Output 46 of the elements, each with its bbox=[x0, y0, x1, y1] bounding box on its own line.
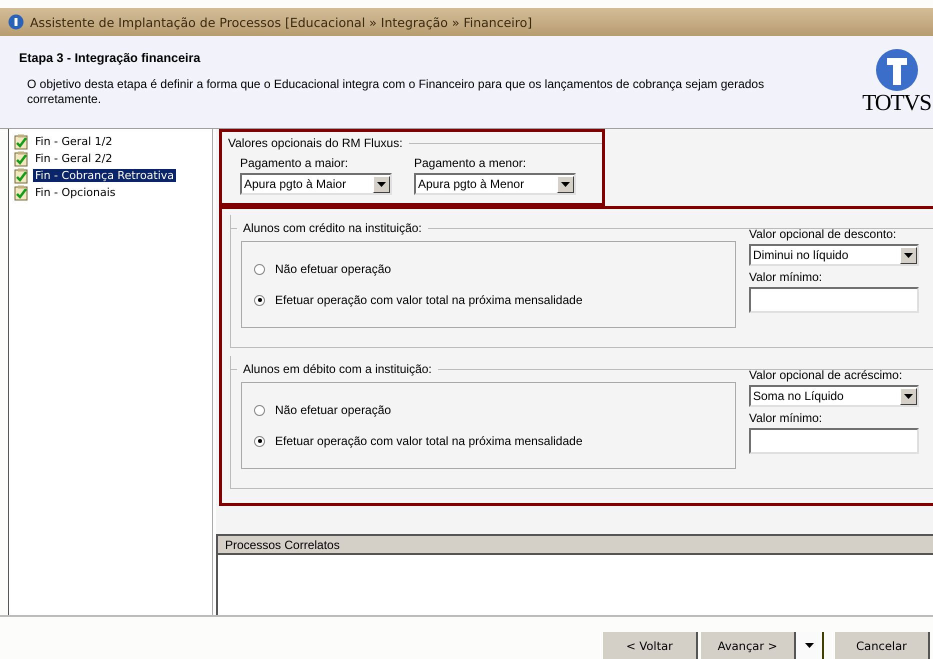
radio-label: Não efetuar operação bbox=[275, 403, 392, 417]
step-description: O objetivo desta etapa é definir a forma que o Educacional integra com o Financeiro para que os lançamentos de cobrança sejam gerados corretamente. bbox=[26, 77, 766, 107]
step-item[interactable]: Fin - Geral 2/2 bbox=[33, 152, 114, 165]
field-label: Pagamento a menor: bbox=[414, 156, 528, 170]
wizard-button[interactable]: < Voltar bbox=[603, 632, 698, 659]
group-title: Alunos em débito com a instituição: bbox=[243, 362, 432, 376]
globe-icon bbox=[8, 14, 24, 30]
caret-icon bbox=[561, 182, 570, 186]
step-item[interactable]: Fin - Cobrança Retroativa bbox=[33, 169, 176, 182]
logo-text: TOTVS bbox=[862, 90, 931, 116]
field-label: Pagamento a maior: bbox=[240, 156, 350, 170]
dropdown[interactable]: Apura pgto à Menor bbox=[414, 173, 576, 195]
clipboard-check-icon bbox=[14, 150, 29, 166]
input-field[interactable] bbox=[749, 287, 919, 313]
field-label: Valor mínimo: bbox=[749, 411, 824, 425]
caret-icon bbox=[904, 252, 913, 258]
caret-icon bbox=[804, 643, 814, 648]
caret-icon bbox=[377, 182, 386, 186]
dropdown[interactable]: Apura pgto à Maior bbox=[240, 173, 392, 195]
dropdown[interactable]: Soma no Líquido bbox=[749, 385, 919, 407]
panel-header: Processos Correlatos bbox=[218, 534, 933, 555]
step-item[interactable]: Fin - Geral 1/2 bbox=[33, 135, 114, 148]
input-field[interactable] bbox=[749, 428, 919, 454]
clipboard-check-icon bbox=[14, 184, 29, 200]
step-title: Etapa 3 - Integração financeira bbox=[19, 51, 202, 65]
radio-button[interactable] bbox=[254, 404, 265, 416]
wizard-button[interactable]: Avançar > bbox=[701, 632, 796, 659]
radio-button[interactable] bbox=[254, 294, 265, 306]
clipboard-check-icon bbox=[14, 168, 29, 184]
radio-label: Não efetuar operação bbox=[275, 262, 392, 276]
field-label: Valor opcional de acréscimo: bbox=[749, 368, 904, 382]
radio-button[interactable] bbox=[254, 436, 265, 446]
window-title: Assistente de Implantação de Processos [Educacional » Integração » Financeiro] bbox=[30, 14, 532, 30]
group-title: Valores opcionais do RM Fluxus: bbox=[228, 136, 403, 150]
clipboard-check-icon bbox=[14, 134, 29, 150]
group-title: Alunos com crédito na instituição: bbox=[243, 221, 422, 235]
caret-icon bbox=[904, 394, 913, 398]
dropdown[interactable]: Diminui no líquido bbox=[749, 244, 919, 266]
field-label: Valor mínimo: bbox=[749, 270, 824, 284]
radio-label: Efetuar operação com valor total na próxima mensalidade bbox=[275, 434, 582, 448]
wizard-button[interactable]: Cancelar bbox=[835, 632, 930, 659]
radio-button[interactable] bbox=[254, 264, 265, 274]
radio-label: Efetuar operação com valor total na próxima mensalidade bbox=[275, 293, 582, 307]
globe-logo-icon bbox=[874, 48, 919, 92]
field-label: Valor opcional de desconto: bbox=[749, 227, 898, 241]
step-item[interactable]: Fin - Opcionais bbox=[33, 186, 118, 199]
